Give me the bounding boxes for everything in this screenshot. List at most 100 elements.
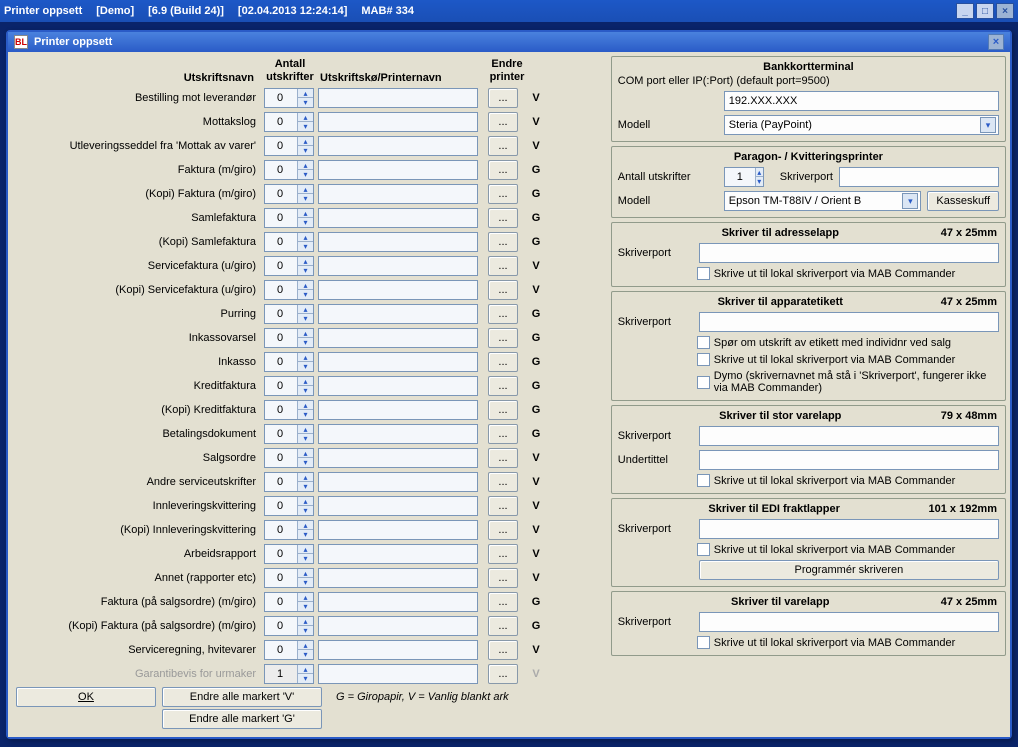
apparat-chk1[interactable]: [697, 336, 710, 349]
count-input[interactable]: [265, 619, 295, 633]
count-input[interactable]: [265, 259, 295, 273]
spin-up-icon[interactable]: ▴: [297, 473, 313, 482]
count-input[interactable]: [265, 547, 295, 561]
count-spinner[interactable]: ▴▾: [264, 400, 314, 420]
spin-up-icon[interactable]: ▴: [297, 113, 313, 122]
spin-down-icon[interactable]: ▾: [297, 482, 313, 491]
printer-queue-input[interactable]: [318, 520, 478, 540]
outer-close-button[interactable]: ×: [996, 3, 1014, 19]
spin-up-icon[interactable]: ▴: [297, 593, 313, 602]
printer-queue-input[interactable]: [318, 88, 478, 108]
paragon-skriverport-input[interactable]: [839, 167, 999, 187]
bank-modell-select[interactable]: Steria (PayPoint) ▾: [724, 115, 999, 135]
change-printer-button[interactable]: ...: [488, 616, 518, 636]
spin-down-icon[interactable]: ▾: [297, 218, 313, 227]
change-printer-button[interactable]: ...: [488, 160, 518, 180]
spin-up-icon[interactable]: ▴: [297, 329, 313, 338]
change-printer-button[interactable]: ...: [488, 400, 518, 420]
spin-up-icon[interactable]: ▴: [297, 497, 313, 506]
change-printer-button[interactable]: ...: [488, 184, 518, 204]
printer-queue-input[interactable]: [318, 544, 478, 564]
count-input[interactable]: [265, 283, 295, 297]
count-input[interactable]: [265, 115, 295, 129]
count-input[interactable]: [265, 475, 295, 489]
count-spinner[interactable]: ▴▾: [264, 112, 314, 132]
printer-queue-input[interactable]: [318, 184, 478, 204]
change-printer-button[interactable]: ...: [488, 280, 518, 300]
printer-queue-input[interactable]: [318, 616, 478, 636]
minimize-button[interactable]: _: [956, 3, 974, 19]
spin-up-icon[interactable]: ▴: [297, 521, 313, 530]
spin-down-icon[interactable]: ▾: [297, 290, 313, 299]
spin-down-icon[interactable]: ▾: [297, 122, 313, 131]
printer-queue-input[interactable]: [318, 232, 478, 252]
printer-queue-input[interactable]: [318, 592, 478, 612]
count-spinner[interactable]: ▴▾: [264, 424, 314, 444]
vare-skriverport-input[interactable]: [699, 612, 999, 632]
count-input[interactable]: [265, 139, 295, 153]
count-input[interactable]: [265, 643, 295, 657]
count-input[interactable]: [265, 211, 295, 225]
change-printer-button[interactable]: ...: [488, 352, 518, 372]
count-input[interactable]: [265, 499, 295, 513]
count-spinner[interactable]: ▴▾: [264, 232, 314, 252]
spin-up-icon[interactable]: ▴: [297, 89, 313, 98]
count-input[interactable]: [265, 571, 295, 585]
spin-up-icon[interactable]: ▴: [297, 449, 313, 458]
count-spinner[interactable]: ▴▾: [264, 520, 314, 540]
spin-down-icon[interactable]: ▾: [297, 554, 313, 563]
apparat-chk2[interactable]: [697, 353, 710, 366]
count-input[interactable]: [265, 355, 295, 369]
change-printer-button[interactable]: ...: [488, 568, 518, 588]
count-spinner[interactable]: ▴▾: [264, 640, 314, 660]
storvare-skriverport-input[interactable]: [699, 426, 999, 446]
spin-up-icon[interactable]: ▴: [297, 209, 313, 218]
change-printer-button[interactable]: ...: [488, 88, 518, 108]
change-printer-button[interactable]: ...: [488, 448, 518, 468]
spin-down-icon[interactable]: ▾: [297, 242, 313, 251]
count-spinner[interactable]: ▴▾: [264, 592, 314, 612]
spin-down-icon[interactable]: ▾: [297, 578, 313, 587]
spin-down-icon[interactable]: ▾: [297, 194, 313, 203]
printer-queue-input[interactable]: [318, 400, 478, 420]
spin-up-icon[interactable]: ▴: [297, 305, 313, 314]
count-spinner[interactable]: ▴▾: [264, 376, 314, 396]
printer-queue-input[interactable]: [318, 496, 478, 516]
spin-down-icon[interactable]: ▾: [297, 386, 313, 395]
spin-up-icon[interactable]: ▴: [297, 377, 313, 386]
change-all-g-button[interactable]: Endre alle markert 'G': [162, 709, 322, 729]
spin-up-icon[interactable]: ▴: [297, 401, 313, 410]
count-input[interactable]: [265, 403, 295, 417]
change-printer-button[interactable]: ...: [488, 520, 518, 540]
adresse-chk1[interactable]: [697, 267, 710, 280]
printer-queue-input[interactable]: [318, 208, 478, 228]
apparat-chk3[interactable]: [697, 376, 710, 389]
count-input[interactable]: [265, 187, 295, 201]
printer-queue-input[interactable]: [318, 112, 478, 132]
spin-up-icon[interactable]: ▴: [297, 257, 313, 266]
change-printer-button[interactable]: ...: [488, 424, 518, 444]
count-input[interactable]: [265, 331, 295, 345]
adresse-skriverport-input[interactable]: [699, 243, 999, 263]
paragon-antall-spinner[interactable]: ▴▾: [724, 167, 764, 187]
change-printer-button[interactable]: ...: [488, 304, 518, 324]
spin-down-icon[interactable]: ▾: [297, 458, 313, 467]
count-spinner[interactable]: ▴▾: [264, 256, 314, 276]
count-spinner[interactable]: ▴▾: [264, 544, 314, 564]
spin-down-icon[interactable]: ▾: [297, 98, 313, 107]
change-printer-button[interactable]: ...: [488, 592, 518, 612]
spin-down-icon[interactable]: ▾: [297, 314, 313, 323]
spin-up-icon[interactable]: ▴: [297, 281, 313, 290]
apparat-skriverport-input[interactable]: [699, 312, 999, 332]
change-printer-button[interactable]: ...: [488, 496, 518, 516]
count-input[interactable]: [265, 235, 295, 249]
printer-queue-input[interactable]: [318, 304, 478, 324]
change-printer-button[interactable]: ...: [488, 208, 518, 228]
spin-up-icon[interactable]: ▴: [297, 545, 313, 554]
spin-down-icon[interactable]: ▾: [297, 170, 313, 179]
spin-down-icon[interactable]: ▾: [297, 530, 313, 539]
storvare-chk1[interactable]: [697, 474, 710, 487]
change-printer-button[interactable]: ...: [488, 640, 518, 660]
spin-down-icon[interactable]: ▾: [297, 338, 313, 347]
spin-down-icon[interactable]: ▾: [297, 650, 313, 659]
